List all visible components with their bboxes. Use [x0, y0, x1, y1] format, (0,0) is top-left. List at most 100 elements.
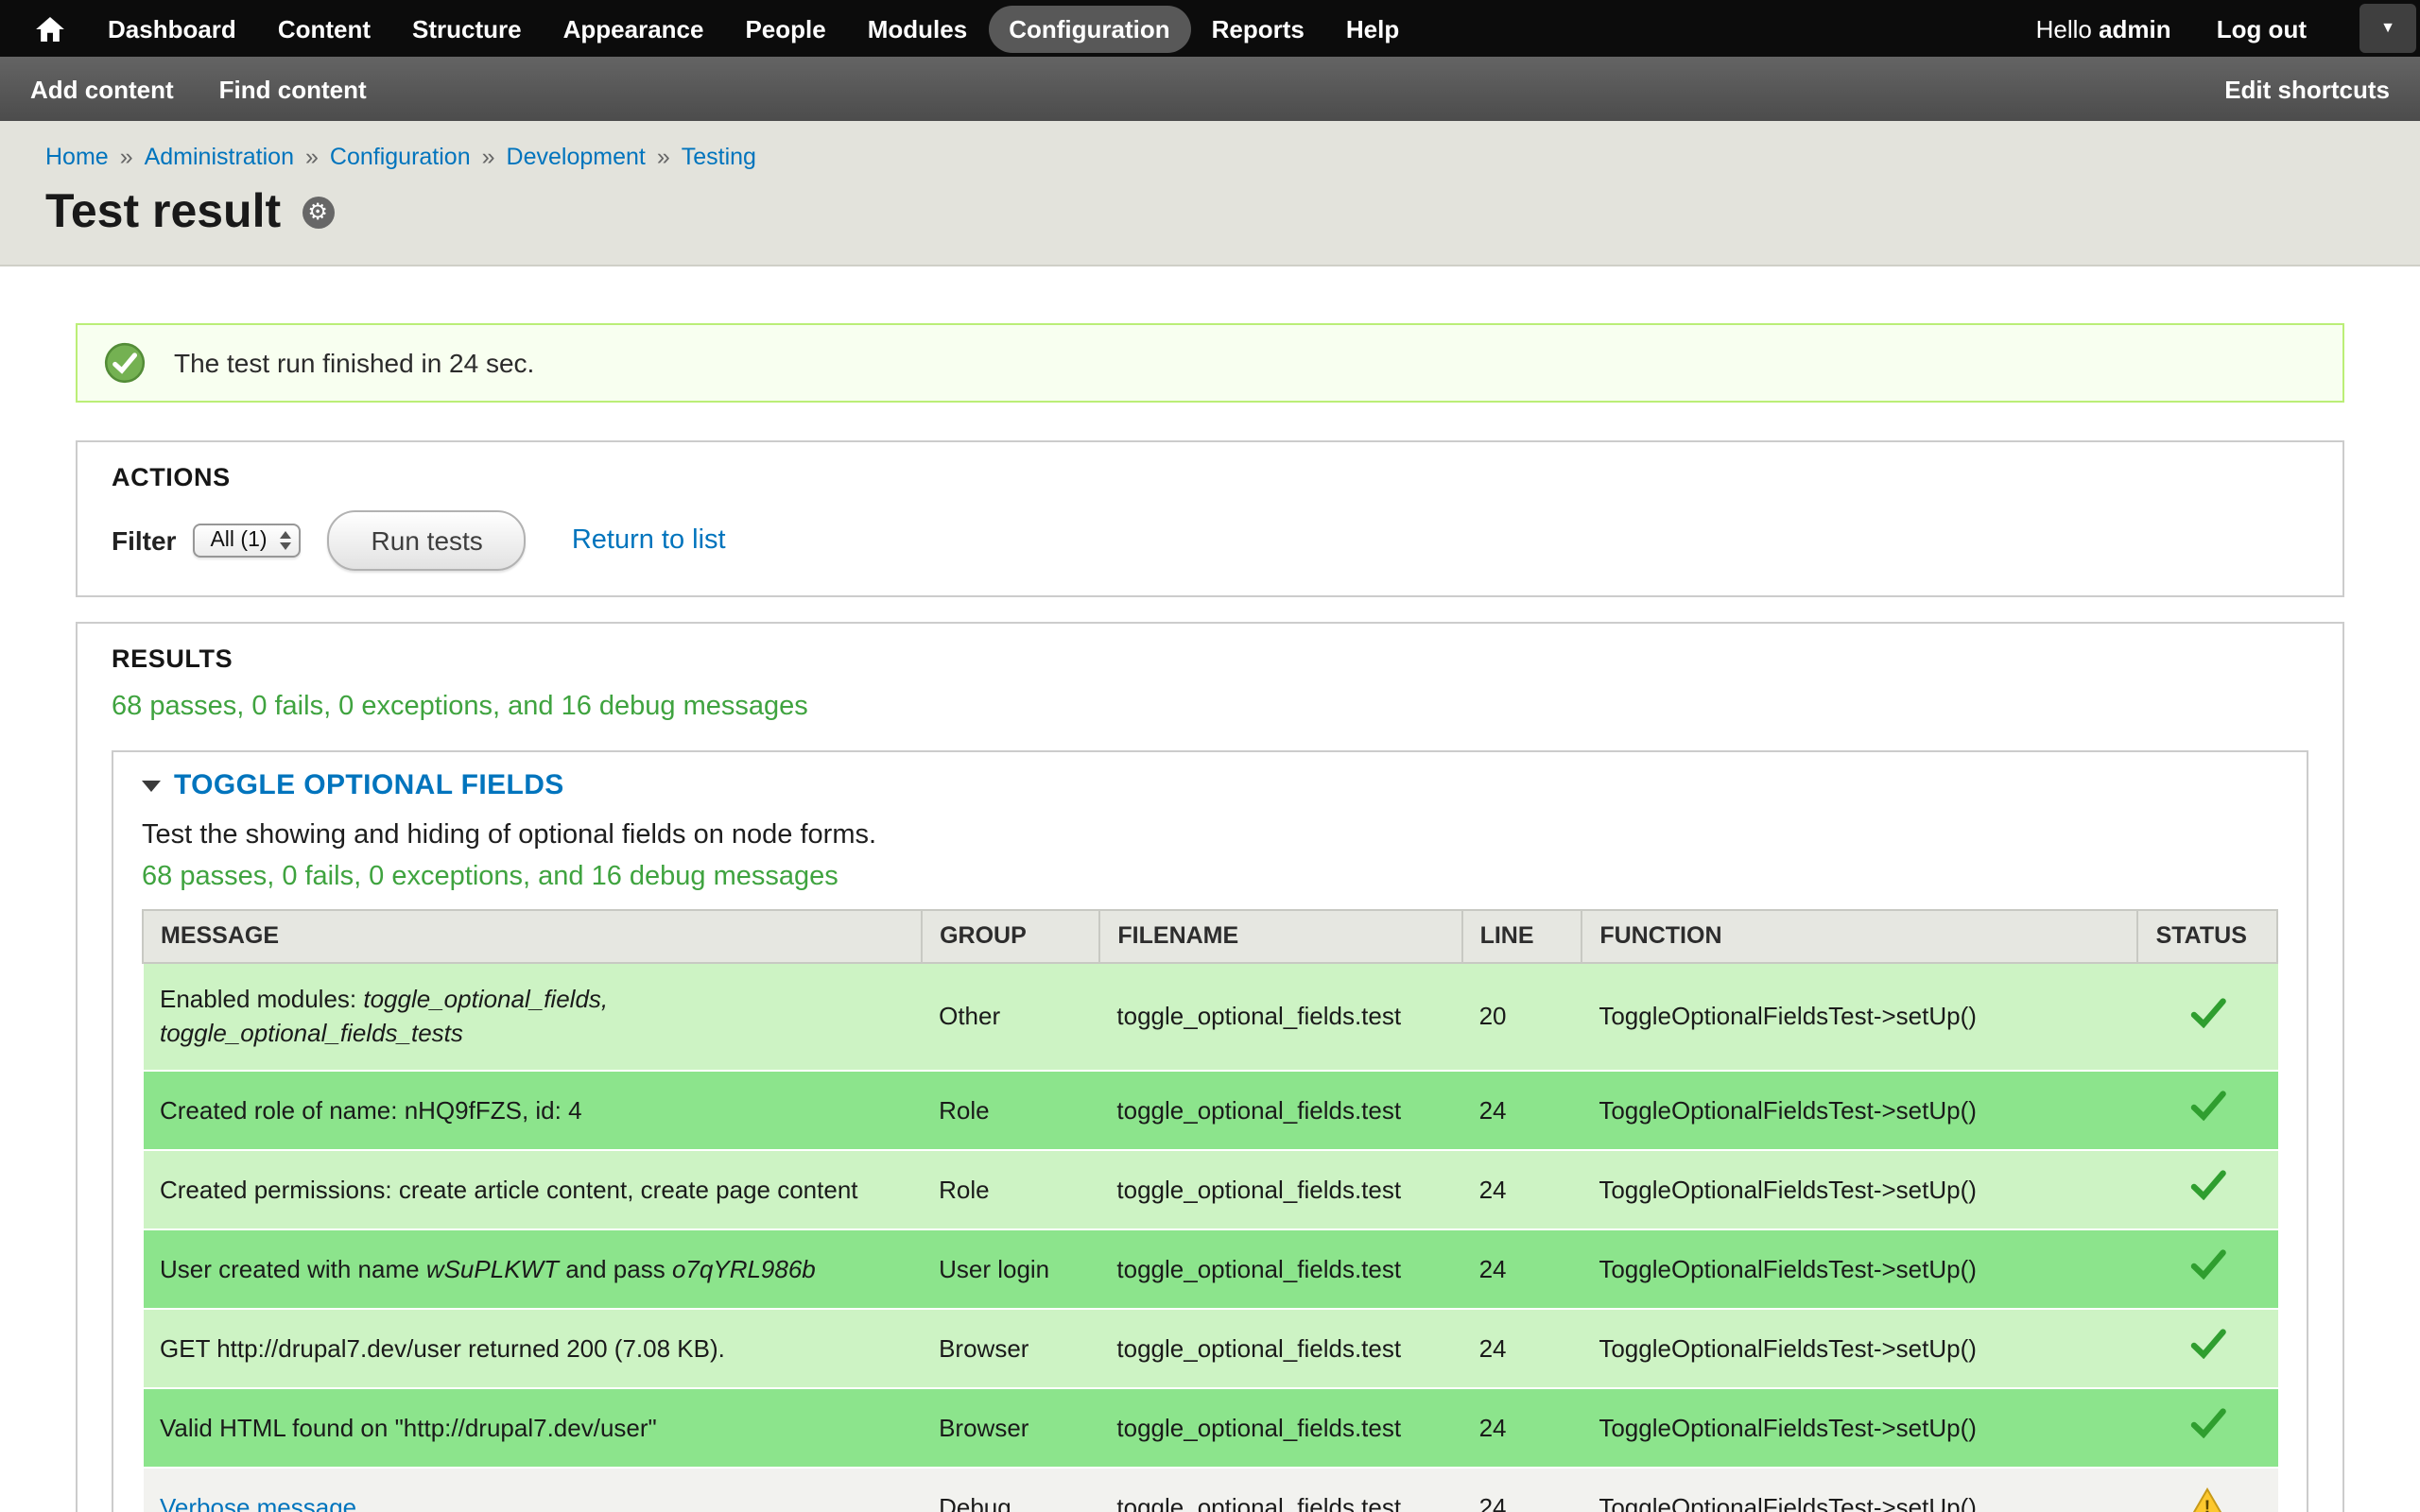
- edit-shortcuts-link[interactable]: Edit shortcuts: [2224, 75, 2390, 103]
- cell-message: Enabled modules: toggle_optional_fields,…: [143, 963, 922, 1071]
- breadcrumb-separator: »: [120, 144, 133, 170]
- warning-icon: !: [2189, 1487, 2225, 1512]
- cell-group: Browser: [922, 1388, 1099, 1468]
- chevron-down-icon: ▼: [2380, 21, 2395, 36]
- home-icon[interactable]: [19, 16, 79, 41]
- cell-message: Created role of name: nHQ9fFZS, id: 4: [143, 1071, 922, 1150]
- column-header-message: MESSAGE: [143, 910, 922, 963]
- admin-menu-item-help[interactable]: Help: [1325, 5, 1420, 52]
- return-to-list-link[interactable]: Return to list: [572, 525, 726, 556]
- message-text: Valid HTML found on "http://drupal7.dev/…: [160, 1413, 657, 1441]
- toolbar-toggle-button[interactable]: ▼: [2360, 4, 2416, 53]
- cell-status: [2138, 1309, 2277, 1388]
- admin-menu-item-content[interactable]: Content: [257, 5, 391, 52]
- verbose-message-link[interactable]: Verbose message: [160, 1493, 356, 1512]
- pass-check-icon: [2188, 1249, 2226, 1280]
- cell-filename: toggle_optional_fields.test: [1099, 1309, 1461, 1388]
- cell-line: 24: [1462, 1388, 1582, 1468]
- svg-text:!: !: [2204, 1498, 2211, 1512]
- filter-select[interactable]: All (1): [193, 524, 301, 558]
- cell-status: [2138, 1150, 2277, 1229]
- shortcut-bar: Add content Find content Edit shortcuts: [0, 57, 2420, 121]
- breadcrumb-separator: »: [657, 144, 670, 170]
- actions-row: Filter All (1) Run tests Return to list: [112, 512, 2308, 569]
- breadcrumb-link-testing[interactable]: Testing: [682, 144, 756, 170]
- message-text: and pass: [559, 1254, 672, 1282]
- run-tests-button[interactable]: Run tests: [328, 510, 527, 571]
- cell-line: 24: [1462, 1229, 1582, 1309]
- pass-check-icon: [2188, 997, 2226, 1027]
- page: DashboardContentStructureAppearancePeopl…: [0, 0, 2420, 1512]
- cell-line: 24: [1462, 1071, 1582, 1150]
- cell-message: User created with name wSuPLKWT and pass…: [143, 1229, 922, 1309]
- cell-status: [2138, 1071, 2277, 1150]
- greeting-text: Hello admin: [2036, 14, 2171, 43]
- status-message: The test run finished in 24 sec.: [76, 323, 2344, 403]
- select-stepper-icon: [281, 531, 292, 550]
- cell-filename: toggle_optional_fields.test: [1099, 1229, 1461, 1309]
- cell-group: Role: [922, 1150, 1099, 1229]
- column-header-line: LINE: [1462, 910, 1582, 963]
- page-title: Test result: [45, 185, 281, 238]
- cell-group: Debug: [922, 1468, 1099, 1512]
- results-table-head-row: MESSAGEGROUPFILENAMELINEFUNCTIONSTATUS: [143, 910, 2277, 963]
- admin-menu-item-people[interactable]: People: [724, 5, 846, 52]
- table-row: Verbose message Debugtoggle_optional_fiel…: [143, 1468, 2277, 1512]
- results-table-head: MESSAGEGROUPFILENAMELINEFUNCTIONSTATUS: [143, 910, 2277, 963]
- admin-menu-item-reports[interactable]: Reports: [1191, 5, 1325, 52]
- admin-menu: DashboardContentStructureAppearancePeopl…: [87, 5, 1420, 52]
- filter-select-value: All (1): [210, 529, 267, 552]
- message-text: Created role of name: nHQ9fFZS, id: 4: [160, 1095, 582, 1124]
- cell-function: ToggleOptionalFieldsTest->setUp(): [1582, 963, 2137, 1071]
- cell-group: Other: [922, 963, 1099, 1071]
- admin-menu-item-appearance[interactable]: Appearance: [543, 5, 725, 52]
- breadcrumb-separator: »: [482, 144, 495, 170]
- breadcrumb-separator: »: [305, 144, 319, 170]
- shortcut-find-content[interactable]: Find content: [219, 75, 367, 103]
- message-text: User created with name: [160, 1254, 426, 1282]
- table-row: Created role of name: nHQ9fFZS, id: 4 Rol…: [143, 1071, 2277, 1150]
- table-row: Enabled modules: toggle_optional_fields,…: [143, 963, 2277, 1071]
- test-group-title-row: TOGGLE OPTIONAL FIELDS: [142, 767, 2278, 803]
- cell-function: ToggleOptionalFieldsTest->setUp(): [1582, 1071, 2137, 1150]
- admin-menu-item-configuration[interactable]: Configuration: [988, 5, 1190, 52]
- results-table-body: Enabled modules: toggle_optional_fields,…: [143, 963, 2277, 1512]
- contextual-gear-icon[interactable]: ⚙: [302, 196, 334, 228]
- cell-filename: toggle_optional_fields.test: [1099, 1468, 1461, 1512]
- admin-toolbar: DashboardContentStructureAppearancePeopl…: [0, 0, 2420, 57]
- cell-group: Role: [922, 1071, 1099, 1150]
- status-ok-icon: [104, 342, 146, 384]
- page-header: Home » Administration » Configuration » Develo…: [0, 121, 2420, 266]
- cell-function: ToggleOptionalFieldsTest->setUp(): [1582, 1150, 2137, 1229]
- admin-menu-item-structure[interactable]: Structure: [391, 5, 543, 52]
- collapse-triangle-icon: [142, 780, 161, 791]
- shortcut-links: Add content Find content: [30, 75, 367, 103]
- admin-menu-item-dashboard[interactable]: Dashboard: [87, 5, 257, 52]
- pass-check-icon: [2188, 1170, 2226, 1200]
- results-legend: RESULTS: [112, 643, 2308, 675]
- cell-status: [2138, 1229, 2277, 1309]
- cell-function: ToggleOptionalFieldsTest->setUp(): [1582, 1468, 2137, 1512]
- table-row: GET http://drupal7.dev/user returned 200…: [143, 1309, 2277, 1388]
- shortcut-add-content[interactable]: Add content: [30, 75, 174, 103]
- actions-fieldset: ACTIONS Filter All (1) Run tests Return …: [76, 440, 2344, 597]
- cell-function: ToggleOptionalFieldsTest->setUp(): [1582, 1388, 2137, 1468]
- test-group-title-link[interactable]: TOGGLE OPTIONAL FIELDS: [174, 767, 564, 803]
- pass-check-icon: [2188, 1408, 2226, 1438]
- column-header-filename: FILENAME: [1099, 910, 1461, 963]
- logout-link[interactable]: Log out: [2217, 14, 2307, 43]
- breadcrumb-link-development[interactable]: Development: [507, 144, 646, 170]
- breadcrumb-link-administration[interactable]: Administration: [145, 144, 294, 170]
- admin-toolbar-right: Hello admin Log out ▼: [2036, 4, 2420, 53]
- cell-filename: toggle_optional_fields.test: [1099, 1071, 1461, 1150]
- cell-message: GET http://drupal7.dev/user returned 200…: [143, 1309, 922, 1388]
- results-summary: 68 passes, 0 fails, 0 exceptions, and 16…: [112, 690, 2308, 724]
- breadcrumb-link-home[interactable]: Home: [45, 144, 109, 170]
- cell-function: ToggleOptionalFieldsTest->setUp(): [1582, 1309, 2137, 1388]
- cell-line: 20: [1462, 963, 1582, 1071]
- test-group-summary: 68 passes, 0 fails, 0 exceptions, and 16…: [142, 860, 2278, 894]
- admin-menu-item-modules[interactable]: Modules: [847, 5, 988, 52]
- results-fieldset: RESULTS 68 passes, 0 fails, 0 exceptions…: [76, 622, 2344, 1512]
- breadcrumb-link-configuration[interactable]: Configuration: [330, 144, 471, 170]
- cell-filename: toggle_optional_fields.test: [1099, 963, 1461, 1071]
